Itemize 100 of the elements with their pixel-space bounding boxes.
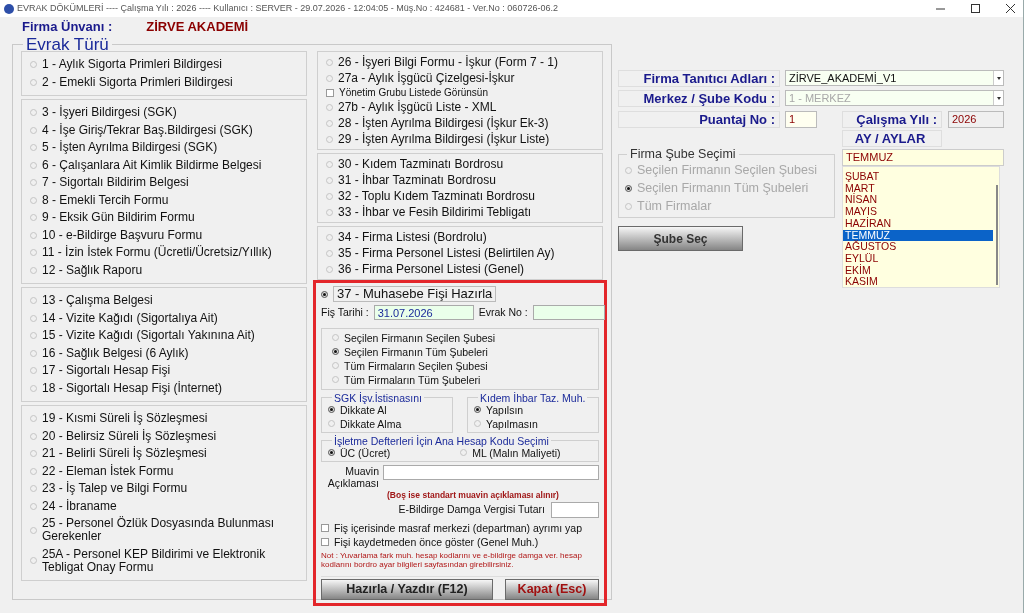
list-item[interactable]: EKİM xyxy=(843,264,993,277)
radio-label: 7 - Sigortalı Bildirim Belgesi xyxy=(42,176,189,190)
input-field: 2026 xyxy=(948,111,1004,128)
radio-label: 30 - Kıdem Tazminatı Bordrosu xyxy=(338,157,504,171)
radio-label: 13 - Çalışma Belgesi xyxy=(42,294,153,308)
radio-label: 20 - Belirsiz Süreli İş Sözleşmesi xyxy=(42,429,217,443)
group-title: İşletme Defterleri İçin Ana Hesap Kodu Seçimi xyxy=(333,435,550,446)
radio-label: Yapılsın xyxy=(486,403,524,416)
radio-button[interactable] xyxy=(328,449,335,457)
checkbox[interactable] xyxy=(321,537,329,546)
branch-select-button[interactable]: Şube Seç xyxy=(618,226,743,251)
list-item[interactable]: AĞUSTOS xyxy=(843,241,993,253)
radio-label: 23 - İş Talep ve Bilgi Formu xyxy=(42,482,188,496)
radio-label: 37 - Muhasebe Fişi Hazırla xyxy=(333,286,497,302)
radio-label: 28 - İşten Ayrılma Bildirgesi (İşkur Ek-3) xyxy=(338,116,549,130)
field-label: Çalışma Yılı : xyxy=(842,111,942,128)
date-field[interactable]: 31.07.2026 xyxy=(373,305,474,321)
radio-label: 36 - Firma Personel Listesi (Genel) xyxy=(338,262,525,276)
field-label: Fiş Tarihi : xyxy=(321,305,369,320)
list-item[interactable]: MART xyxy=(843,182,993,195)
radio-label: 15 - Vizite Kağıdı (Sigortalı Yakınına Ait) xyxy=(42,329,255,343)
radio-label: 21 - Belirli Süreli İş Sözleşmesi xyxy=(42,447,207,461)
list-item[interactable]: KASIM xyxy=(843,276,993,287)
month-field[interactable]: TEMMUZ xyxy=(842,149,1004,166)
input-field[interactable] xyxy=(551,501,599,518)
radio-label: Tüm Firmaların Tüm Şubeleri xyxy=(344,373,481,386)
radio-label: 34 - Firma Listesi (Bordrolu) xyxy=(338,230,487,244)
radio-label: 27a - Aylık İşgücü Çizelgesi-İşkur xyxy=(338,71,515,85)
radio-label: 31 - İhbar Tazminatı Bordrosu xyxy=(338,173,496,187)
radio-label: 22 - Eleman İstek Formu xyxy=(42,464,174,478)
radio-label: 5 - İşten Ayrılma Bildirgesi (SGK) xyxy=(42,141,218,155)
list-item[interactable]: NİSAN xyxy=(843,194,993,207)
checkbox-label: Fişi kaydetmeden önce göster (Genel Muh.) xyxy=(334,535,539,548)
radio-label: Seçilen Firmanın Tüm Şubeleri xyxy=(344,345,488,358)
group-title: Firma Şube Seçimi xyxy=(629,148,737,161)
list-item[interactable]: EYLÜL xyxy=(843,252,993,265)
radio-label: 16 - Sağlık Belgesi (6 Aylık) xyxy=(42,346,189,360)
list-item[interactable]: MAYIS xyxy=(843,206,993,218)
radio-label: 14 - Vizite Kağıdı (Sigortalıya Ait) xyxy=(42,311,218,325)
radio-button[interactable] xyxy=(321,290,328,298)
checkbox-label: Fiş içerisinde masraf merkezi (departman) ayrımı yap xyxy=(334,521,582,534)
radio-label: Seçilen Firmanın Tüm Şubeleri xyxy=(637,181,809,195)
radio-button[interactable] xyxy=(474,406,481,414)
close-icon[interactable] xyxy=(1006,3,1015,13)
radio-label: Dikkate Al xyxy=(340,403,387,416)
radio-button[interactable] xyxy=(328,406,335,414)
print-button[interactable]: Hazırla / Yazdır (F12) xyxy=(321,579,493,600)
maximize-icon[interactable] xyxy=(971,3,980,13)
scrollbar[interactable] xyxy=(996,185,998,285)
field-label: E-Bildirge Damga Vergisi Tutarı xyxy=(398,501,545,517)
dropdown-icon xyxy=(996,96,1001,100)
radio-label: 4 - İşe Giriş/Tekrar Baş.Bildirgesi (SGK) xyxy=(42,123,253,137)
close-button[interactable]: Kapat (Esc) xyxy=(505,579,599,600)
radio-label: Seçilen Firmanın Seçilen Şubesi xyxy=(637,163,817,177)
field-label: Merkez / Şube Kodu : xyxy=(618,90,780,107)
hint-text: (Boş ise standart muavin açıklaması alınır) xyxy=(387,489,560,500)
field-label: Firma Tanıtıcı Adları : xyxy=(618,70,780,87)
section-title: AY / AYLAR xyxy=(842,130,942,147)
note-text: Not : Yuvarlama fark muh. hesap kodlarını ve e-bildirge damga ver. hesap kodlarını bordro ayar bilgileri sayfasından girebilirsiniz. xyxy=(321,550,583,570)
checkbox-label: Yönetim Grubu Listede Görünsün xyxy=(339,86,488,99)
radio-label: 24 - İbraname xyxy=(42,499,117,513)
input-field[interactable]: 1 xyxy=(785,111,817,128)
radio-button[interactable] xyxy=(332,348,339,356)
list-item[interactable]: ŞUBAT xyxy=(843,171,993,183)
radio-label: 32 - Toplu Kıdem Tazminatı Bordrosu xyxy=(338,189,535,203)
radio-label: 1 - Aylık Sigorta Primleri Bildirgesi xyxy=(42,58,222,72)
input-field[interactable] xyxy=(383,464,599,480)
radio-label: 29 - İşten Ayrılma Bildirgesi (İşkur Liste) xyxy=(338,132,550,146)
radio-label: 12 - Sağlık Raporu xyxy=(42,263,143,277)
radio-label: 10 - e-Bildirge Başvuru Formu xyxy=(42,228,203,242)
radio-label: Yapılmasın xyxy=(486,417,538,430)
field-label: Puantaj No : xyxy=(618,111,780,128)
radio-label: 25 - Personel Özlük Dosyasında Bulunması Gerekenler xyxy=(42,517,276,544)
list-item[interactable]: HAZİRAN xyxy=(843,217,993,230)
dropdown-icon xyxy=(996,76,1001,80)
radio-label: 19 - Kısmi Süreli İş Sözleşmesi xyxy=(42,412,208,426)
radio-label: 8 - Emekli Tercih Formu xyxy=(42,193,169,207)
radio-label: Tüm Firmaların Seçilen Şubesi xyxy=(344,359,488,372)
radio-label: ML (Malın Maliyeti) xyxy=(472,446,561,459)
radio-label: 17 - Sigortalı Hesap Fişi xyxy=(42,364,171,378)
radio-label: 26 - İşyeri Bilgi Formu - İşkur (Form 7 - 1) xyxy=(338,55,559,69)
checkbox[interactable] xyxy=(321,523,329,532)
checkbox[interactable] xyxy=(326,88,334,97)
radio-label: 33 - İhbar ve Fesih Bildirimi Tebligatı xyxy=(338,205,532,219)
input-field[interactable] xyxy=(532,305,605,321)
dropdown[interactable]: ZİRVE_AKADEMİ_V1 xyxy=(785,70,1004,86)
radio-label: 11 - İzin İstek Formu (Ücretli/Ücretsiz/Yıllık) xyxy=(42,246,272,260)
radio-label: 27b - Aylık İşgücü Liste - XML xyxy=(338,100,497,114)
window-title: EVRAK DÖKÜMLERİ ---- Çalışma Yılı : 2026 ---- Kullanıcı : SERVER - 29.07.2026 - 12:04:05 - Müş.No : 424681 - Ver.No : 060726-06.2 xyxy=(17,1,558,15)
app-icon xyxy=(4,3,14,14)
radio-label: 35 - Firma Personel Listesi (Belirtilen Ay) xyxy=(338,246,555,260)
radio-label: Tüm Firmalar xyxy=(637,199,712,213)
radio-label: 2 - Emekli Sigorta Primleri Bildirgesi xyxy=(42,75,233,89)
group-title: SGK İşv.İstisnasını xyxy=(333,392,423,403)
radio-label: 9 - Eksik Gün Bildirim Formu xyxy=(42,211,195,225)
radio-label: 6 - Çalışanlara Ait Kimlik Bildirme Belgesi xyxy=(42,158,262,172)
group-title: Evrak Türü xyxy=(25,36,110,53)
radio-label: 18 - Sigortalı Hesap Fişi (İnternet) xyxy=(42,381,223,395)
radio-label: ÜC (Ücret) xyxy=(340,446,391,459)
company-label: Firma Ünvanı : xyxy=(22,17,113,36)
